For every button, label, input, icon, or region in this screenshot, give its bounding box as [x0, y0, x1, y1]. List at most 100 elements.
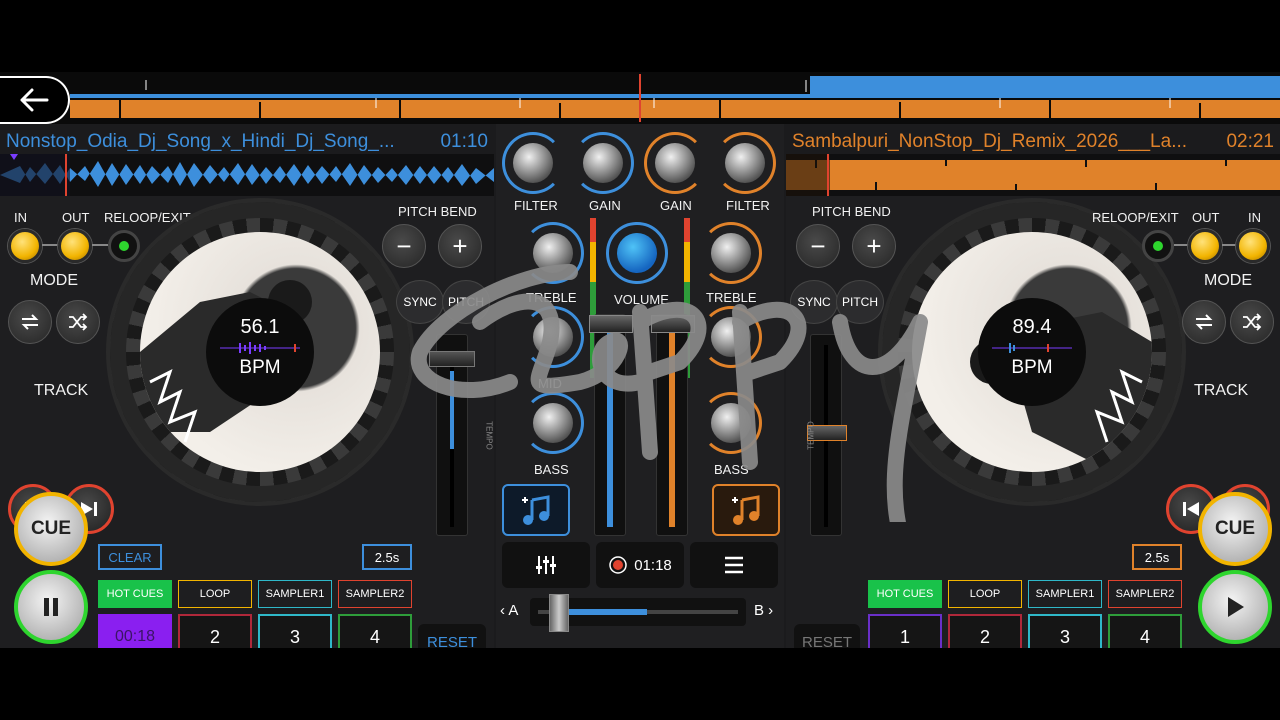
right-tab-hot-cues[interactable]: HOT CUES — [868, 580, 942, 608]
right-tab-loop-label: LOOP — [969, 588, 1001, 600]
right-tab-sampler1-label: SAMPLER1 — [1035, 588, 1095, 600]
crossfader-b-label: B › — [754, 602, 774, 619]
left-pitch-bend-label: PITCH BEND — [398, 204, 477, 219]
right-track-info: Sambalpuri_NonStop_Dj_Remix_2026___La...… — [792, 128, 1274, 156]
right-in-button[interactable] — [1236, 229, 1270, 263]
left-track-info: Nonstop_Odia_Dj_Song_x_Hindi_Dj_Song_...… — [6, 128, 488, 156]
left-pad-2-label: 2 — [209, 626, 220, 647]
right-pad-3-label: 3 — [1059, 626, 1070, 647]
left-gain-knob[interactable] — [572, 132, 634, 194]
left-track-title[interactable]: Nonstop_Odia_Dj_Song_x_Hindi_Dj_Song_... — [6, 131, 395, 153]
right-out-button[interactable] — [1188, 229, 1222, 263]
right-tab-sampler1[interactable]: SAMPLER1 — [1028, 580, 1102, 608]
shuffle-icon — [1243, 313, 1262, 331]
left-cue-label: CUE — [30, 518, 72, 539]
right-pad-1[interactable]: 1 — [868, 614, 942, 648]
overview-waveform-graphic — [70, 74, 1280, 122]
back-button[interactable] — [0, 76, 70, 124]
crossfader-fill — [567, 609, 648, 615]
left-sync-mode-button[interactable] — [8, 300, 52, 344]
left-cue-button[interactable]: CUE — [14, 492, 88, 566]
right-loop-length-button[interactable]: 2.5s — [1132, 544, 1182, 570]
right-waveform[interactable] — [786, 154, 1280, 196]
right-tab-sampler2[interactable]: SAMPLER2 — [1108, 580, 1182, 608]
left-pad-4[interactable]: 4 — [338, 614, 412, 648]
right-pad-4[interactable]: 4 — [1108, 614, 1182, 648]
right-pad-1-label: 1 — [899, 626, 910, 647]
left-pad-4-label: 4 — [369, 626, 380, 647]
right-pitch-bend-label: PITCH BEND — [812, 204, 891, 219]
play-icon — [1228, 597, 1244, 617]
left-pause-button[interactable] — [14, 570, 88, 644]
right-filter-knob[interactable] — [714, 132, 776, 194]
right-pad-4-label: 4 — [1139, 626, 1150, 647]
left-out-label: OUT — [62, 210, 90, 225]
left-track-label: TRACK — [34, 382, 89, 399]
left-bpm-display: 56.1 BPM — [206, 298, 314, 406]
left-pad-3[interactable]: 3 — [258, 614, 332, 648]
crossfader-handle[interactable] — [549, 594, 570, 632]
left-clear-label: CLEAR — [108, 549, 152, 565]
right-cue-button[interactable]: CUE — [1198, 492, 1272, 566]
left-pad-1[interactable]: 00:18 — [98, 614, 172, 648]
left-pad-1-label: 00:18 — [114, 628, 156, 645]
crossfader-a-text: A — [508, 602, 519, 619]
left-reloop-button[interactable] — [108, 230, 140, 262]
right-play-button[interactable] — [1198, 570, 1272, 644]
left-turntable[interactable]: 56.1 BPM — [106, 198, 414, 506]
right-in-label: IN — [1248, 210, 1261, 225]
right-shuffle-mode-button[interactable] — [1230, 300, 1274, 344]
left-pad-2[interactable]: 2 — [178, 614, 252, 648]
right-waveform-graphic — [786, 154, 1280, 196]
shuffle-icon — [69, 313, 88, 331]
left-track-time: 01:10 — [440, 131, 488, 152]
mixer-eq-button[interactable] — [502, 542, 590, 588]
right-gain-label: GAIN — [660, 198, 692, 213]
right-tab-loop[interactable]: LOOP — [948, 580, 1022, 608]
menu-button[interactable] — [690, 542, 778, 588]
left-tab-sampler1[interactable]: SAMPLER1 — [258, 580, 332, 608]
left-out-reloop-connector — [92, 244, 108, 246]
right-reloop-button[interactable] — [1142, 230, 1174, 262]
right-sync-mode-button[interactable] — [1182, 300, 1226, 344]
left-in-button[interactable] — [8, 229, 42, 263]
overview-waveform[interactable] — [0, 72, 1280, 124]
right-filter-label: FILTER — [726, 198, 770, 213]
left-reset-button[interactable]: RESET — [418, 624, 486, 648]
left-tab-sampler1-label: SAMPLER1 — [265, 588, 325, 600]
left-clear-button[interactable]: CLEAR — [98, 544, 162, 570]
left-filter-knob[interactable] — [502, 132, 564, 194]
left-tab-hot-cues[interactable]: HOT CUES — [98, 580, 172, 608]
record-button[interactable]: 01:18 — [596, 542, 684, 588]
right-gain-knob[interactable] — [644, 132, 706, 194]
right-track-title[interactable]: Sambalpuri_NonStop_Dj_Remix_2026___La... — [792, 131, 1187, 153]
hamburger-icon — [725, 556, 743, 574]
skip-previous-icon — [1183, 502, 1199, 516]
crossfader[interactable] — [530, 594, 746, 632]
right-pad-3[interactable]: 3 — [1028, 614, 1102, 648]
left-tab-loop[interactable]: LOOP — [178, 580, 252, 608]
left-out-button[interactable] — [58, 229, 92, 263]
left-loop-length-value: 2.5s — [374, 549, 400, 565]
left-tab-sampler2[interactable]: SAMPLER2 — [338, 580, 412, 608]
left-shuffle-mode-button[interactable] — [56, 300, 100, 344]
left-tab-loop-label: LOOP — [199, 588, 231, 600]
left-mode-label: MODE — [30, 272, 78, 289]
left-waveform-graphic — [0, 154, 494, 196]
record-icon — [609, 556, 627, 574]
right-tab-sampler2-label: SAMPLER2 — [1115, 588, 1175, 600]
left-waveform[interactable] — [0, 154, 494, 196]
right-pad-2[interactable]: 2 — [948, 614, 1022, 648]
crossfader-a-label: ‹ A — [500, 602, 519, 619]
equalizer-icon — [536, 556, 556, 574]
right-reset-label: RESET — [801, 633, 852, 649]
right-mode-label: MODE — [1204, 272, 1252, 289]
sync-icon — [21, 314, 39, 330]
left-tab-sampler2-label: SAMPLER2 — [345, 588, 405, 600]
left-bpm-label: BPM — [239, 357, 281, 378]
left-loop-length-button[interactable]: 2.5s — [362, 544, 412, 570]
right-reset-button[interactable]: RESET — [794, 624, 860, 648]
left-bpm-beat-indicator — [220, 342, 300, 354]
dj-app: Nonstop_Odia_Dj_Song_x_Hindi_Dj_Song_...… — [0, 72, 1280, 648]
record-time: 01:18 — [634, 556, 672, 574]
